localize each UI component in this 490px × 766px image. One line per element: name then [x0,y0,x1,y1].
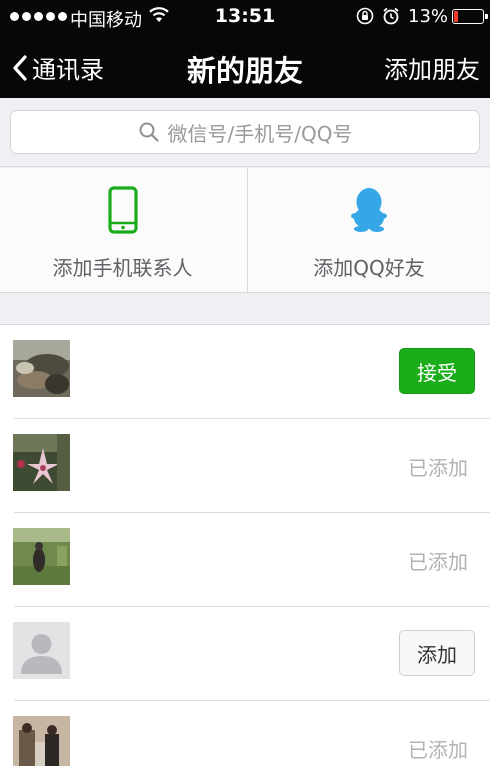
list-item[interactable]: 接受 [0,325,490,419]
add-phone-contacts-label: 添加手机联系人 [52,256,193,280]
avatar [13,622,70,679]
nav-bar: 通讯录 新的朋友 添加朋友 [0,34,490,98]
avatar [13,716,70,766]
friend-request-list: 接受 已添加 已添加 添加 已添加 [0,325,490,766]
phone-icon [107,186,138,234]
list-item[interactable]: 已添加 [0,513,490,607]
search-placeholder: 微信号/手机号/QQ号 [167,121,353,146]
back-button[interactable]: 通讯录 [12,50,104,85]
avatar [13,528,70,585]
avatar [13,434,70,491]
search-input[interactable]: 微信号/手机号/QQ号 [10,110,480,154]
list-item[interactable]: 已添加 [0,419,490,513]
list-item[interactable]: 已添加 [0,701,490,766]
battery-percent: 13% [408,6,449,27]
default-avatar-icon [13,622,70,679]
qq-penguin-icon [351,188,387,232]
avatar [13,340,70,397]
added-status: 已添加 [408,550,468,574]
battery-icon [452,9,488,24]
back-label: 通讯录 [32,56,104,84]
search-area: 微信号/手机号/QQ号 [0,98,490,167]
quick-add-panel: 添加手机联系人 添加QQ好友 [0,168,490,293]
search-icon [139,122,159,142]
add-qq-friends-button[interactable]: 添加QQ好友 [248,168,490,293]
alarm-icon [383,7,399,25]
list-item[interactable]: 添加 [0,607,490,701]
add-phone-contacts-button[interactable]: 添加手机联系人 [0,168,245,293]
section-gap [0,294,490,325]
add-friends-button[interactable]: 添加朋友 [384,50,480,85]
add-qq-friends-label: 添加QQ好友 [313,256,425,280]
rotation-lock-icon [356,7,374,25]
accept-button[interactable]: 接受 [399,348,475,394]
chevron-left-icon [13,54,27,81]
added-status: 已添加 [408,738,468,762]
added-status: 已添加 [408,456,468,480]
status-bar: 中国移动 13:51 13% [0,0,490,34]
add-button[interactable]: 添加 [399,630,475,676]
